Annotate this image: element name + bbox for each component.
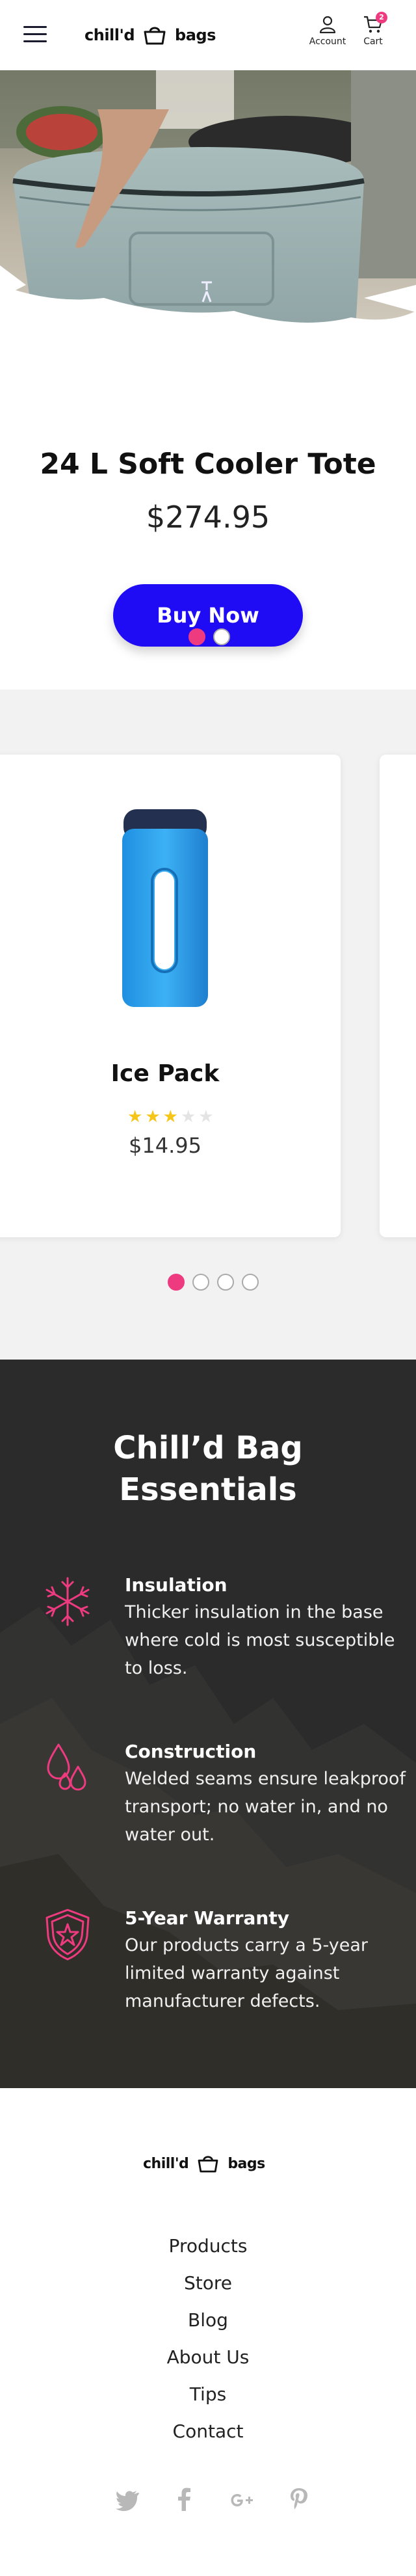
footer-link-store[interactable]: Store	[0, 2264, 416, 2301]
footer-logo-text-left: chill'd	[143, 2155, 189, 2172]
menu-icon[interactable]	[23, 26, 47, 43]
essentials-title: Chill’d Bag Essentials	[0, 1427, 416, 1510]
pinterest-icon[interactable]	[286, 2486, 312, 2512]
feature-body: Our products carry a 5-year limited warr…	[125, 1935, 369, 2011]
hero-slider-dots	[188, 628, 230, 645]
product-name: Ice Pack	[110, 1060, 220, 1087]
feature-body: Thicker insulation in the base where col…	[125, 1602, 395, 1678]
cart-count-badge: 2	[376, 12, 387, 23]
essentials-title-line2: Essentials	[119, 1471, 297, 1508]
cart-button[interactable]: 2 Cart	[347, 12, 399, 47]
site-header: chill'd bags Account 2 Cart	[0, 0, 416, 70]
hero-slide-dot-2[interactable]	[213, 628, 230, 645]
logo-text-left: chill'd	[84, 26, 135, 44]
product-slide-dot-1[interactable]	[168, 1274, 185, 1291]
site-logo[interactable]: chill'd bags	[84, 23, 216, 47]
footer-link-blog[interactable]: Blog	[0, 2301, 416, 2339]
footer-logo-text-right: bags	[228, 2155, 265, 2172]
hero-product-price: $274.95	[146, 500, 270, 535]
social-links	[114, 2486, 312, 2512]
bag-icon	[198, 2156, 218, 2173]
hero-product-title: 24 L Soft Cooler Tote	[40, 448, 376, 481]
product-card[interactable]: Ice Pack ★ ★ ★ ★ ★ $14.95	[0, 755, 341, 1237]
footer-link-products[interactable]: Products	[0, 2227, 416, 2264]
product-rating: ★ ★ ★ ★ ★	[127, 1107, 214, 1127]
bag-icon	[144, 27, 166, 45]
shield-star-icon	[46, 1909, 90, 1961]
hero-section: 24 L Soft Cooler Tote $274.95 Buy Now	[0, 70, 416, 690]
footer-link-about-us[interactable]: About Us	[0, 2339, 416, 2376]
star-icon: ★	[180, 1107, 196, 1127]
star-icon: ★	[198, 1107, 214, 1127]
feature-title: 5-Year Warranty	[125, 1907, 289, 1929]
site-footer: chill'd bags Products Store Blog About U…	[0, 2088, 416, 2576]
cart-label: Cart	[363, 36, 383, 47]
account-button[interactable]: Account	[302, 14, 354, 47]
google-plus-icon[interactable]	[229, 2486, 255, 2512]
ice-pack-image	[122, 809, 208, 1007]
essentials-section: Chill’d Bag Essentials Insulation Thicke…	[0, 1360, 416, 2088]
essentials-title-line1: Chill’d Bag	[113, 1430, 303, 1466]
account-label: Account	[309, 36, 346, 47]
star-icon: ★	[145, 1107, 161, 1127]
product-slide-dot-3[interactable]	[217, 1274, 234, 1291]
snowflake-icon	[46, 1577, 90, 1626]
footer-link-contact[interactable]: Contact	[0, 2413, 416, 2450]
product-slider-dots	[168, 1274, 259, 1291]
hero-slide-dot-1[interactable]	[188, 628, 205, 645]
product-slide-dot-4[interactable]	[242, 1274, 259, 1291]
product-slide-dot-2[interactable]	[192, 1274, 209, 1291]
facebook-icon[interactable]	[172, 2486, 198, 2512]
twitter-icon[interactable]	[114, 2486, 140, 2512]
star-icon: ★	[127, 1107, 143, 1127]
logo-text-right: bags	[175, 26, 216, 44]
footer-nav: Products Store Blog About Us Tips Contac…	[0, 2227, 416, 2450]
star-icon: ★	[162, 1107, 178, 1127]
product-card-next[interactable]	[380, 755, 416, 1237]
user-icon	[319, 16, 336, 34]
hero-product-image	[0, 70, 416, 369]
product-price: $14.95	[129, 1133, 202, 1158]
footer-logo[interactable]: chill'd bags	[143, 2152, 265, 2175]
feature-title: Construction	[125, 1741, 257, 1762]
feature-title: Insulation	[125, 1574, 228, 1596]
product-carousel: Ice Pack ★ ★ ★ ★ ★ $14.95	[0, 690, 416, 1360]
feature-body: Welded seams ensure leakproof transport;…	[125, 1769, 406, 1845]
footer-link-tips[interactable]: Tips	[0, 2376, 416, 2413]
water-drops-icon	[47, 1743, 86, 1791]
